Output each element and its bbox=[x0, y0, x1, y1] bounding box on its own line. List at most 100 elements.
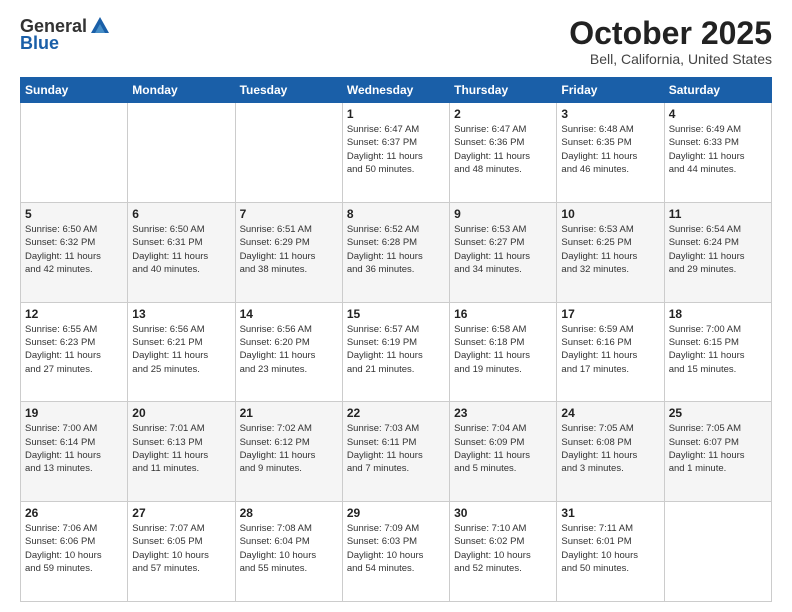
table-row: 3 Sunrise: 6:48 AM Sunset: 6:35 PM Daylig… bbox=[557, 103, 664, 203]
day-info: Sunrise: 6:50 AM Sunset: 6:31 PM Dayligh… bbox=[132, 223, 230, 276]
table-row: 9 Sunrise: 6:53 AM Sunset: 6:27 PM Daylig… bbox=[450, 202, 557, 302]
table-row: 15Sunrise: 6:57 AM Sunset: 6:19 PM Dayli… bbox=[342, 302, 449, 402]
table-row: 20 Sunrise: 7:01 AM Sunset: 6:13 PM Dayli… bbox=[128, 402, 235, 502]
day-number: 23 bbox=[454, 406, 552, 420]
day-number: 16 bbox=[454, 307, 552, 321]
day-number: 20 bbox=[132, 406, 230, 420]
day-number: 5 bbox=[25, 207, 123, 221]
table-row: 7 Sunrise: 6:51 AM Sunset: 6:29 PM Daylig… bbox=[235, 202, 342, 302]
header: General Blue October 2025 Bell, Californ… bbox=[20, 16, 772, 67]
day-info: Sunrise: 7:00 AM Sunset: 6:14 PM Dayligh… bbox=[25, 422, 123, 475]
table-row bbox=[664, 502, 771, 602]
day-info: Sunrise: 6:47 AM Sunset: 6:37 PM Dayligh… bbox=[347, 123, 445, 176]
table-row: 18 Sunrise: 7:00 AM Sunset: 6:15 PM Dayli… bbox=[664, 302, 771, 402]
table-row: 17 Sunrise: 6:59 AM Sunset: 6:16 PM Dayli… bbox=[557, 302, 664, 402]
day-info: Sunrise: 6:59 AM Sunset: 6:16 PM Dayligh… bbox=[561, 323, 659, 376]
table-row bbox=[128, 103, 235, 203]
day-number: 26 bbox=[25, 506, 123, 520]
day-info: Sunrise: 7:10 AM Sunset: 6:02 PM Dayligh… bbox=[454, 522, 552, 575]
location-subtitle: Bell, California, United States bbox=[569, 51, 772, 67]
day-info: Sunrise: 6:54 AM Sunset: 6:24 PM Dayligh… bbox=[669, 223, 767, 276]
table-row: 19Sunrise: 7:00 AM Sunset: 6:14 PM Dayli… bbox=[21, 402, 128, 502]
day-number: 31 bbox=[561, 506, 659, 520]
col-monday: Monday bbox=[128, 78, 235, 103]
logo: General Blue bbox=[20, 16, 111, 54]
day-info: Sunrise: 6:58 AM Sunset: 6:18 PM Dayligh… bbox=[454, 323, 552, 376]
day-number: 4 bbox=[669, 107, 767, 121]
logo-icon bbox=[89, 15, 111, 35]
day-info: Sunrise: 6:48 AM Sunset: 6:35 PM Dayligh… bbox=[561, 123, 659, 176]
month-title: October 2025 bbox=[569, 16, 772, 51]
calendar-header-row: Sunday Monday Tuesday Wednesday Thursday… bbox=[21, 78, 772, 103]
calendar-week-4: 19Sunrise: 7:00 AM Sunset: 6:14 PM Dayli… bbox=[21, 402, 772, 502]
day-number: 27 bbox=[132, 506, 230, 520]
day-info: Sunrise: 7:03 AM Sunset: 6:11 PM Dayligh… bbox=[347, 422, 445, 475]
day-number: 12 bbox=[25, 307, 123, 321]
day-info: Sunrise: 6:49 AM Sunset: 6:33 PM Dayligh… bbox=[669, 123, 767, 176]
day-info: Sunrise: 7:00 AM Sunset: 6:15 PM Dayligh… bbox=[669, 323, 767, 376]
day-info: Sunrise: 6:51 AM Sunset: 6:29 PM Dayligh… bbox=[240, 223, 338, 276]
day-number: 15 bbox=[347, 307, 445, 321]
day-number: 21 bbox=[240, 406, 338, 420]
day-number: 18 bbox=[669, 307, 767, 321]
day-number: 24 bbox=[561, 406, 659, 420]
day-number: 29 bbox=[347, 506, 445, 520]
table-row: 24 Sunrise: 7:05 AM Sunset: 6:08 PM Dayli… bbox=[557, 402, 664, 502]
title-block: October 2025 Bell, California, United St… bbox=[569, 16, 772, 67]
day-info: Sunrise: 6:53 AM Sunset: 6:27 PM Dayligh… bbox=[454, 223, 552, 276]
page: General Blue October 2025 Bell, Californ… bbox=[0, 0, 792, 612]
table-row: 12 Sunrise: 6:55 AM Sunset: 6:23 PM Dayli… bbox=[21, 302, 128, 402]
day-info: Sunrise: 7:02 AM Sunset: 6:12 PM Dayligh… bbox=[240, 422, 338, 475]
col-tuesday: Tuesday bbox=[235, 78, 342, 103]
day-info: Sunrise: 7:06 AM Sunset: 6:06 PM Dayligh… bbox=[25, 522, 123, 575]
calendar-table: Sunday Monday Tuesday Wednesday Thursday… bbox=[20, 77, 772, 602]
table-row: 28Sunrise: 7:08 AM Sunset: 6:04 PM Dayli… bbox=[235, 502, 342, 602]
day-number: 3 bbox=[561, 107, 659, 121]
day-info: Sunrise: 7:11 AM Sunset: 6:01 PM Dayligh… bbox=[561, 522, 659, 575]
day-number: 14 bbox=[240, 307, 338, 321]
table-row: 11Sunrise: 6:54 AM Sunset: 6:24 PM Dayli… bbox=[664, 202, 771, 302]
calendar-week-2: 5Sunrise: 6:50 AM Sunset: 6:32 PM Daylig… bbox=[21, 202, 772, 302]
table-row bbox=[235, 103, 342, 203]
table-row: 13 Sunrise: 6:56 AM Sunset: 6:21 PM Dayli… bbox=[128, 302, 235, 402]
table-row: 30 Sunrise: 7:10 AM Sunset: 6:02 PM Dayli… bbox=[450, 502, 557, 602]
col-saturday: Saturday bbox=[664, 78, 771, 103]
day-info: Sunrise: 7:01 AM Sunset: 6:13 PM Dayligh… bbox=[132, 422, 230, 475]
calendar-week-5: 26 Sunrise: 7:06 AM Sunset: 6:06 PM Dayli… bbox=[21, 502, 772, 602]
day-info: Sunrise: 6:47 AM Sunset: 6:36 PM Dayligh… bbox=[454, 123, 552, 176]
day-number: 7 bbox=[240, 207, 338, 221]
day-info: Sunrise: 6:56 AM Sunset: 6:21 PM Dayligh… bbox=[132, 323, 230, 376]
col-wednesday: Wednesday bbox=[342, 78, 449, 103]
day-info: Sunrise: 6:56 AM Sunset: 6:20 PM Dayligh… bbox=[240, 323, 338, 376]
day-number: 30 bbox=[454, 506, 552, 520]
table-row: 6 Sunrise: 6:50 AM Sunset: 6:31 PM Daylig… bbox=[128, 202, 235, 302]
day-number: 8 bbox=[347, 207, 445, 221]
table-row: 14 Sunrise: 6:56 AM Sunset: 6:20 PM Dayli… bbox=[235, 302, 342, 402]
day-info: Sunrise: 7:05 AM Sunset: 6:07 PM Dayligh… bbox=[669, 422, 767, 475]
table-row: 21 Sunrise: 7:02 AM Sunset: 6:12 PM Dayli… bbox=[235, 402, 342, 502]
table-row: 25 Sunrise: 7:05 AM Sunset: 6:07 PM Dayli… bbox=[664, 402, 771, 502]
table-row: 5Sunrise: 6:50 AM Sunset: 6:32 PM Daylig… bbox=[21, 202, 128, 302]
day-number: 1 bbox=[347, 107, 445, 121]
table-row: 22 Sunrise: 7:03 AM Sunset: 6:11 PM Dayli… bbox=[342, 402, 449, 502]
day-number: 6 bbox=[132, 207, 230, 221]
calendar-week-3: 12 Sunrise: 6:55 AM Sunset: 6:23 PM Dayli… bbox=[21, 302, 772, 402]
day-number: 13 bbox=[132, 307, 230, 321]
table-row: 8 Sunrise: 6:52 AM Sunset: 6:28 PM Daylig… bbox=[342, 202, 449, 302]
table-row: 16 Sunrise: 6:58 AM Sunset: 6:18 PM Dayli… bbox=[450, 302, 557, 402]
day-info: Sunrise: 7:05 AM Sunset: 6:08 PM Dayligh… bbox=[561, 422, 659, 475]
col-friday: Friday bbox=[557, 78, 664, 103]
table-row: 4 Sunrise: 6:49 AM Sunset: 6:33 PM Daylig… bbox=[664, 103, 771, 203]
day-info: Sunrise: 6:53 AM Sunset: 6:25 PM Dayligh… bbox=[561, 223, 659, 276]
day-info: Sunrise: 6:55 AM Sunset: 6:23 PM Dayligh… bbox=[25, 323, 123, 376]
day-number: 17 bbox=[561, 307, 659, 321]
day-info: Sunrise: 7:09 AM Sunset: 6:03 PM Dayligh… bbox=[347, 522, 445, 575]
day-info: Sunrise: 7:08 AM Sunset: 6:04 PM Dayligh… bbox=[240, 522, 338, 575]
day-info: Sunrise: 6:52 AM Sunset: 6:28 PM Dayligh… bbox=[347, 223, 445, 276]
day-number: 22 bbox=[347, 406, 445, 420]
day-number: 10 bbox=[561, 207, 659, 221]
day-number: 9 bbox=[454, 207, 552, 221]
day-number: 25 bbox=[669, 406, 767, 420]
table-row: 1 Sunrise: 6:47 AM Sunset: 6:37 PM Daylig… bbox=[342, 103, 449, 203]
day-info: Sunrise: 7:04 AM Sunset: 6:09 PM Dayligh… bbox=[454, 422, 552, 475]
